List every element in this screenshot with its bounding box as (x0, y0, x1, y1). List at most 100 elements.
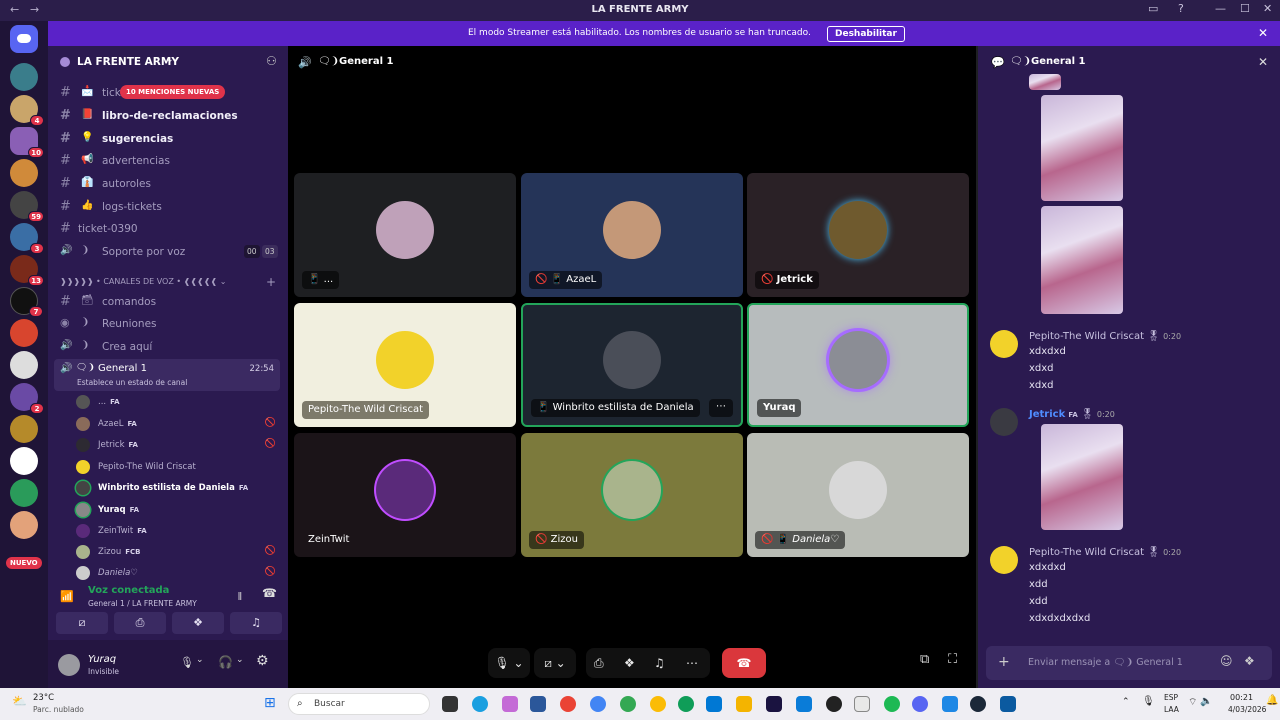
close-icon[interactable]: ✕ (1258, 26, 1268, 40)
video-tile[interactable]: 🚫 Jetrick (747, 173, 969, 297)
fullscreen-icon[interactable]: ⛶ (948, 652, 957, 667)
windows-start-icon[interactable]: ⊞ (264, 695, 276, 711)
discord-home-icon[interactable] (10, 25, 38, 53)
clock-time[interactable]: 00:21 (1230, 693, 1253, 702)
more-icon[interactable]: ⋯ (686, 648, 698, 678)
taskbar-search[interactable]: ⌕ Buscar (288, 693, 430, 715)
activities-button[interactable]: ❖ (172, 612, 224, 634)
chrome-icon[interactable] (650, 696, 666, 712)
video-tile[interactable]: 🚫 📱 AzaeL (521, 173, 743, 297)
server-icon[interactable]: 3 (10, 223, 44, 254)
task-view-icon[interactable] (442, 696, 458, 712)
help-icon[interactable]: ? (1178, 2, 1184, 15)
video-tile[interactable]: ZeinTwit (294, 433, 516, 557)
message-author[interactable]: Jetrick FA 🎖 0:20 (1029, 409, 1115, 420)
server-icon[interactable]: 13 (10, 255, 44, 286)
active-voice-channel[interactable]: 🔊 🗨❩ General 1 22:54 Establece un estado… (54, 359, 280, 391)
soundboard-icon[interactable]: ♫ (654, 648, 665, 678)
copilot-icon[interactable] (502, 696, 518, 712)
voice-channel-item[interactable]: 🔊 ❩ Soporte por voz 00 03 (54, 242, 280, 262)
channel-status[interactable]: Establece un estado de canal (77, 378, 187, 387)
voice-connected-subtitle[interactable]: General 1 / LA FRENTE ARMY (88, 599, 197, 608)
video-tile-speaking[interactable]: Yuraq (747, 303, 969, 427)
close-icon[interactable]: ✕ (1258, 55, 1268, 69)
signal-icon[interactable]: 📶 (60, 590, 74, 603)
app-icon[interactable] (942, 696, 958, 712)
spotify-icon[interactable] (884, 696, 900, 712)
app-icon[interactable] (826, 696, 842, 712)
video-tile[interactable]: 🚫 📱 Daniela♡ (747, 433, 969, 557)
discord-icon[interactable] (912, 696, 928, 712)
channel-item[interactable]: # ticket-0390 (54, 219, 280, 239)
avatar[interactable] (990, 546, 1018, 574)
server-icon[interactable] (10, 447, 38, 475)
add-channel-icon[interactable]: + (266, 275, 276, 289)
maximize-icon[interactable]: ☐ (1240, 2, 1250, 15)
channel-item[interactable]: # 🗃 comandos (54, 292, 280, 312)
server-icon[interactable]: 7 (10, 287, 43, 317)
server-icon[interactable]: 59 (10, 191, 44, 222)
language-code[interactable]: ESP (1164, 693, 1178, 702)
app-icon[interactable] (1000, 696, 1016, 712)
message-input[interactable]: Enviar mensaje a 🗨❩ General 1 (1028, 657, 1183, 668)
gif-image[interactable] (1029, 74, 1061, 90)
gif-image[interactable] (1041, 206, 1123, 314)
chevron-down-icon[interactable]: ⌄ (196, 655, 204, 665)
server-icon[interactable]: 4 (10, 95, 44, 126)
noise-suppression-icon[interactable]: 𝍪 (238, 588, 242, 607)
new-mentions-pill[interactable]: 10 MENCIONES NUEVAS (120, 85, 226, 99)
voice-user-speaking[interactable]: Winbrito estilista de Daniela FA (76, 478, 280, 498)
server-icon[interactable] (10, 415, 38, 443)
premiere-icon[interactable] (766, 696, 782, 712)
soundboard-button[interactable]: ♫ (230, 612, 282, 634)
camera-button[interactable]: ⧄ ⌄ (534, 648, 576, 678)
voice-user[interactable]: Jetrick FA 🚫 (76, 435, 280, 455)
channel-item[interactable]: # 👔 autoroles (54, 174, 280, 194)
voice-user[interactable]: AzaeL FA 🚫 (76, 414, 280, 434)
microphone-button[interactable]: 🎙 ⌄ (488, 648, 530, 678)
app-icon[interactable] (530, 696, 546, 712)
voice-user[interactable]: Zizou FCB 🚫 (76, 542, 280, 562)
camera-off-button[interactable]: ⧄ (56, 612, 108, 634)
channel-item[interactable]: # 👍 logs-tickets (54, 197, 280, 217)
add-member-icon[interactable]: ⚇ (266, 54, 277, 68)
voice-user[interactable]: ... FA (76, 392, 280, 412)
disable-streamer-button[interactable]: Deshabilitar (827, 26, 905, 42)
leave-call-button[interactable]: ☎ (722, 648, 766, 678)
channel-item[interactable]: # 📢 advertencias (54, 151, 280, 171)
disconnect-icon[interactable]: ☎ (262, 586, 277, 600)
keyboard-layout[interactable]: LAA (1164, 705, 1179, 714)
chrome-icon[interactable] (620, 696, 636, 712)
message-author[interactable]: Pepito-The Wild Criscat 🎖 0:20 (1029, 331, 1181, 342)
apps-icon[interactable]: ❖ (1244, 654, 1255, 668)
app-icon[interactable] (678, 696, 694, 712)
message-author[interactable]: Pepito-The Wild Criscat 🎖 0:20 (1029, 547, 1181, 558)
headphones-icon[interactable]: 🎧 (218, 655, 233, 669)
server-icon[interactable] (10, 511, 38, 539)
share-screen-button[interactable]: ⎙ (114, 612, 166, 634)
gear-icon[interactable]: ⚙ (256, 653, 269, 669)
volume-icon[interactable]: 🔈 (1200, 696, 1212, 707)
gif-image[interactable] (1041, 424, 1123, 530)
app-icon[interactable] (854, 696, 870, 712)
more-options-icon[interactable]: ⋯ (709, 399, 733, 417)
activities-icon[interactable]: ❖ (624, 648, 635, 678)
chrome-icon[interactable] (560, 696, 576, 712)
video-tile-speaking[interactable]: 📱 Winbrito estilista de Daniela ⋯ (521, 303, 743, 427)
file-explorer-icon[interactable] (736, 696, 752, 712)
add-attachment-icon[interactable]: + (998, 654, 1010, 670)
inbox-icon[interactable]: ▭ (1148, 2, 1158, 15)
video-tile[interactable]: 🚫 Zizou (521, 433, 743, 557)
server-icon[interactable] (10, 479, 38, 507)
voice-user-speaking[interactable]: Yuraq FA (76, 500, 280, 520)
app-icon[interactable] (796, 696, 812, 712)
share-screen-icon[interactable]: ⎙ (594, 648, 604, 678)
popout-icon[interactable]: ⧉ (920, 652, 929, 667)
chevron-up-icon[interactable]: ⌃ (1122, 697, 1130, 707)
guild-header[interactable]: LA FRENTE ARMY ⌄ ⚇ (48, 46, 288, 78)
gif-image[interactable] (1041, 95, 1123, 201)
server-icon[interactable]: 2 (10, 383, 44, 414)
video-tile[interactable]: Pepito-The Wild Criscat (294, 303, 516, 427)
notification-icon[interactable]: 🔔 (1266, 695, 1278, 706)
emoji-icon[interactable]: ☺ (1220, 654, 1233, 668)
